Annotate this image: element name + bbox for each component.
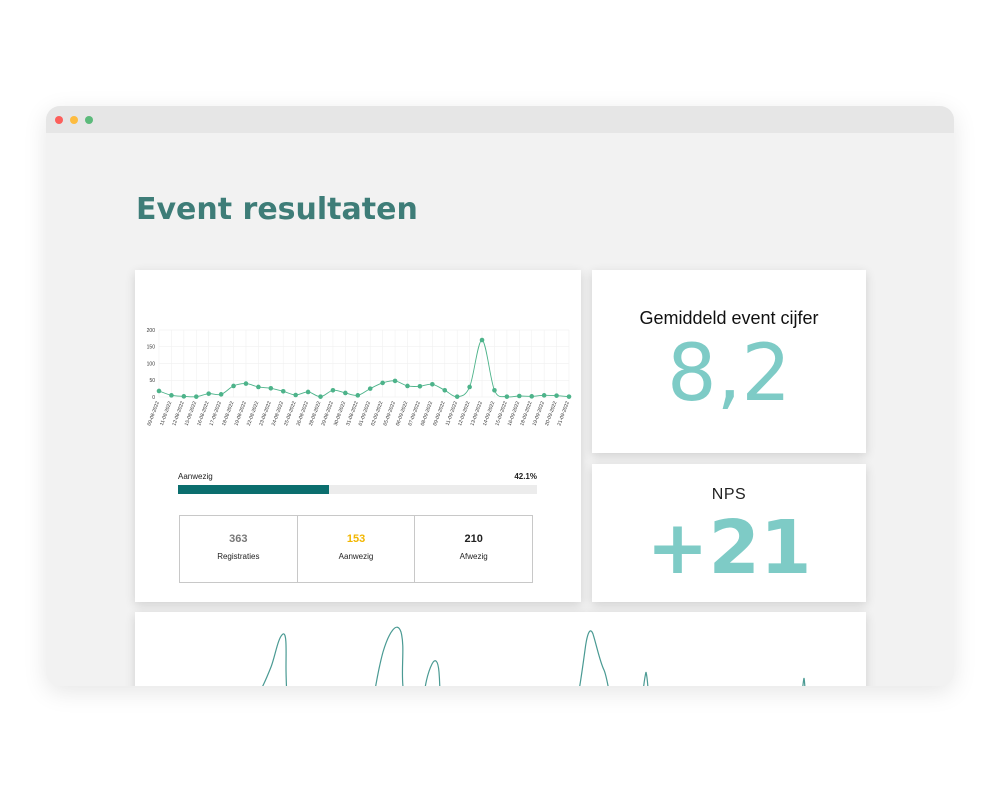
nps-card: NPS +21 (592, 464, 866, 602)
data-point[interactable] (268, 385, 274, 391)
data-point[interactable] (305, 389, 311, 395)
data-point[interactable] (430, 381, 435, 387)
data-point[interactable] (392, 378, 398, 384)
distribution-curve (802, 677, 806, 686)
stat-afwezig: 210 Afwezig (415, 516, 532, 582)
stat-value: 153 (346, 533, 366, 545)
data-point[interactable] (479, 337, 485, 343)
data-point[interactable] (492, 388, 497, 393)
data-point[interactable] (318, 394, 323, 399)
stat-label: Aanwezig (338, 552, 374, 561)
data-point[interactable] (566, 394, 572, 399)
y-tick-label: 100 (147, 361, 156, 367)
data-point[interactable] (541, 393, 547, 398)
distribution-card (135, 612, 866, 686)
average-score-value: 8,2 (666, 329, 792, 419)
data-point[interactable] (367, 386, 373, 391)
data-point[interactable] (554, 393, 559, 398)
window-titlebar (46, 106, 954, 133)
data-point[interactable] (280, 389, 286, 394)
data-point[interactable] (343, 390, 348, 396)
minimize-window-icon[interactable] (70, 116, 78, 124)
data-point[interactable] (206, 391, 211, 396)
attendance-progress-percent: 42.1% (514, 472, 537, 481)
distribution-curve (375, 626, 404, 686)
data-point[interactable] (181, 394, 187, 399)
data-point[interactable] (218, 392, 224, 397)
data-point[interactable] (442, 388, 448, 393)
browser-window: Event resultaten 0 50 100 150 200 09-08-2022 1… (46, 106, 954, 686)
data-point[interactable] (330, 388, 336, 393)
data-point[interactable] (417, 383, 423, 389)
data-point[interactable] (293, 392, 298, 398)
attendance-progress-bar (178, 485, 537, 494)
close-window-icon[interactable] (55, 116, 63, 124)
data-point[interactable] (231, 383, 236, 389)
distribution-curve (579, 630, 609, 686)
data-point[interactable] (169, 393, 174, 398)
stat-registraties: 363 Registraties (180, 516, 298, 582)
average-score-title: Gemiddeld event cijfer (639, 308, 819, 328)
data-point[interactable] (529, 394, 535, 399)
stat-value: 210 (464, 533, 483, 545)
distribution-chart (262, 626, 806, 686)
y-tick-label: 0 (152, 395, 155, 401)
y-tick-label: 150 (147, 345, 156, 351)
data-point[interactable] (380, 380, 385, 386)
data-point[interactable] (517, 393, 522, 399)
nps-value: +21 (646, 505, 812, 591)
y-tick-label: 50 (149, 378, 155, 384)
data-point[interactable] (467, 384, 472, 390)
attendance-line-chart: 05010015020009-08-202211-08-202212-08-20… (146, 328, 572, 427)
nps-title: NPS (711, 486, 747, 503)
attendance-progress-fill (178, 485, 330, 494)
data-point[interactable] (504, 394, 510, 399)
attendance-card: 0 50 100 150 200 09-08-2022 11-08-2022 12-08-20… (135, 270, 581, 602)
series-line (158, 339, 570, 398)
page-title: Event resultaten (136, 192, 418, 227)
data-point[interactable] (355, 393, 361, 398)
average-score-card: Gemiddeld event cijfer 8,2 (592, 270, 866, 453)
data-point[interactable] (454, 394, 460, 399)
maximize-window-icon[interactable] (85, 116, 93, 124)
stat-label: Afwezig (459, 552, 488, 561)
data-point[interactable] (405, 383, 410, 389)
distribution-curve (643, 671, 649, 686)
y-tick-label: 200 (147, 328, 156, 334)
attendance-stats: 363 Registraties 153 Aanwezig 210 Afwezi… (179, 515, 533, 583)
data-point[interactable] (256, 384, 261, 390)
data-point[interactable] (193, 394, 199, 399)
attendance-progress-label: Aanwezig (178, 472, 213, 481)
stat-label: Registraties (217, 552, 260, 561)
stat-value: 363 (229, 533, 248, 545)
x-tick-label: 21-09-2022 (556, 400, 570, 426)
distribution-curve (424, 660, 441, 686)
data-point[interactable] (243, 381, 249, 386)
stat-aanwezig: 153 Aanwezig (298, 516, 416, 582)
data-point[interactable] (156, 388, 162, 394)
distribution-curve (262, 633, 288, 686)
